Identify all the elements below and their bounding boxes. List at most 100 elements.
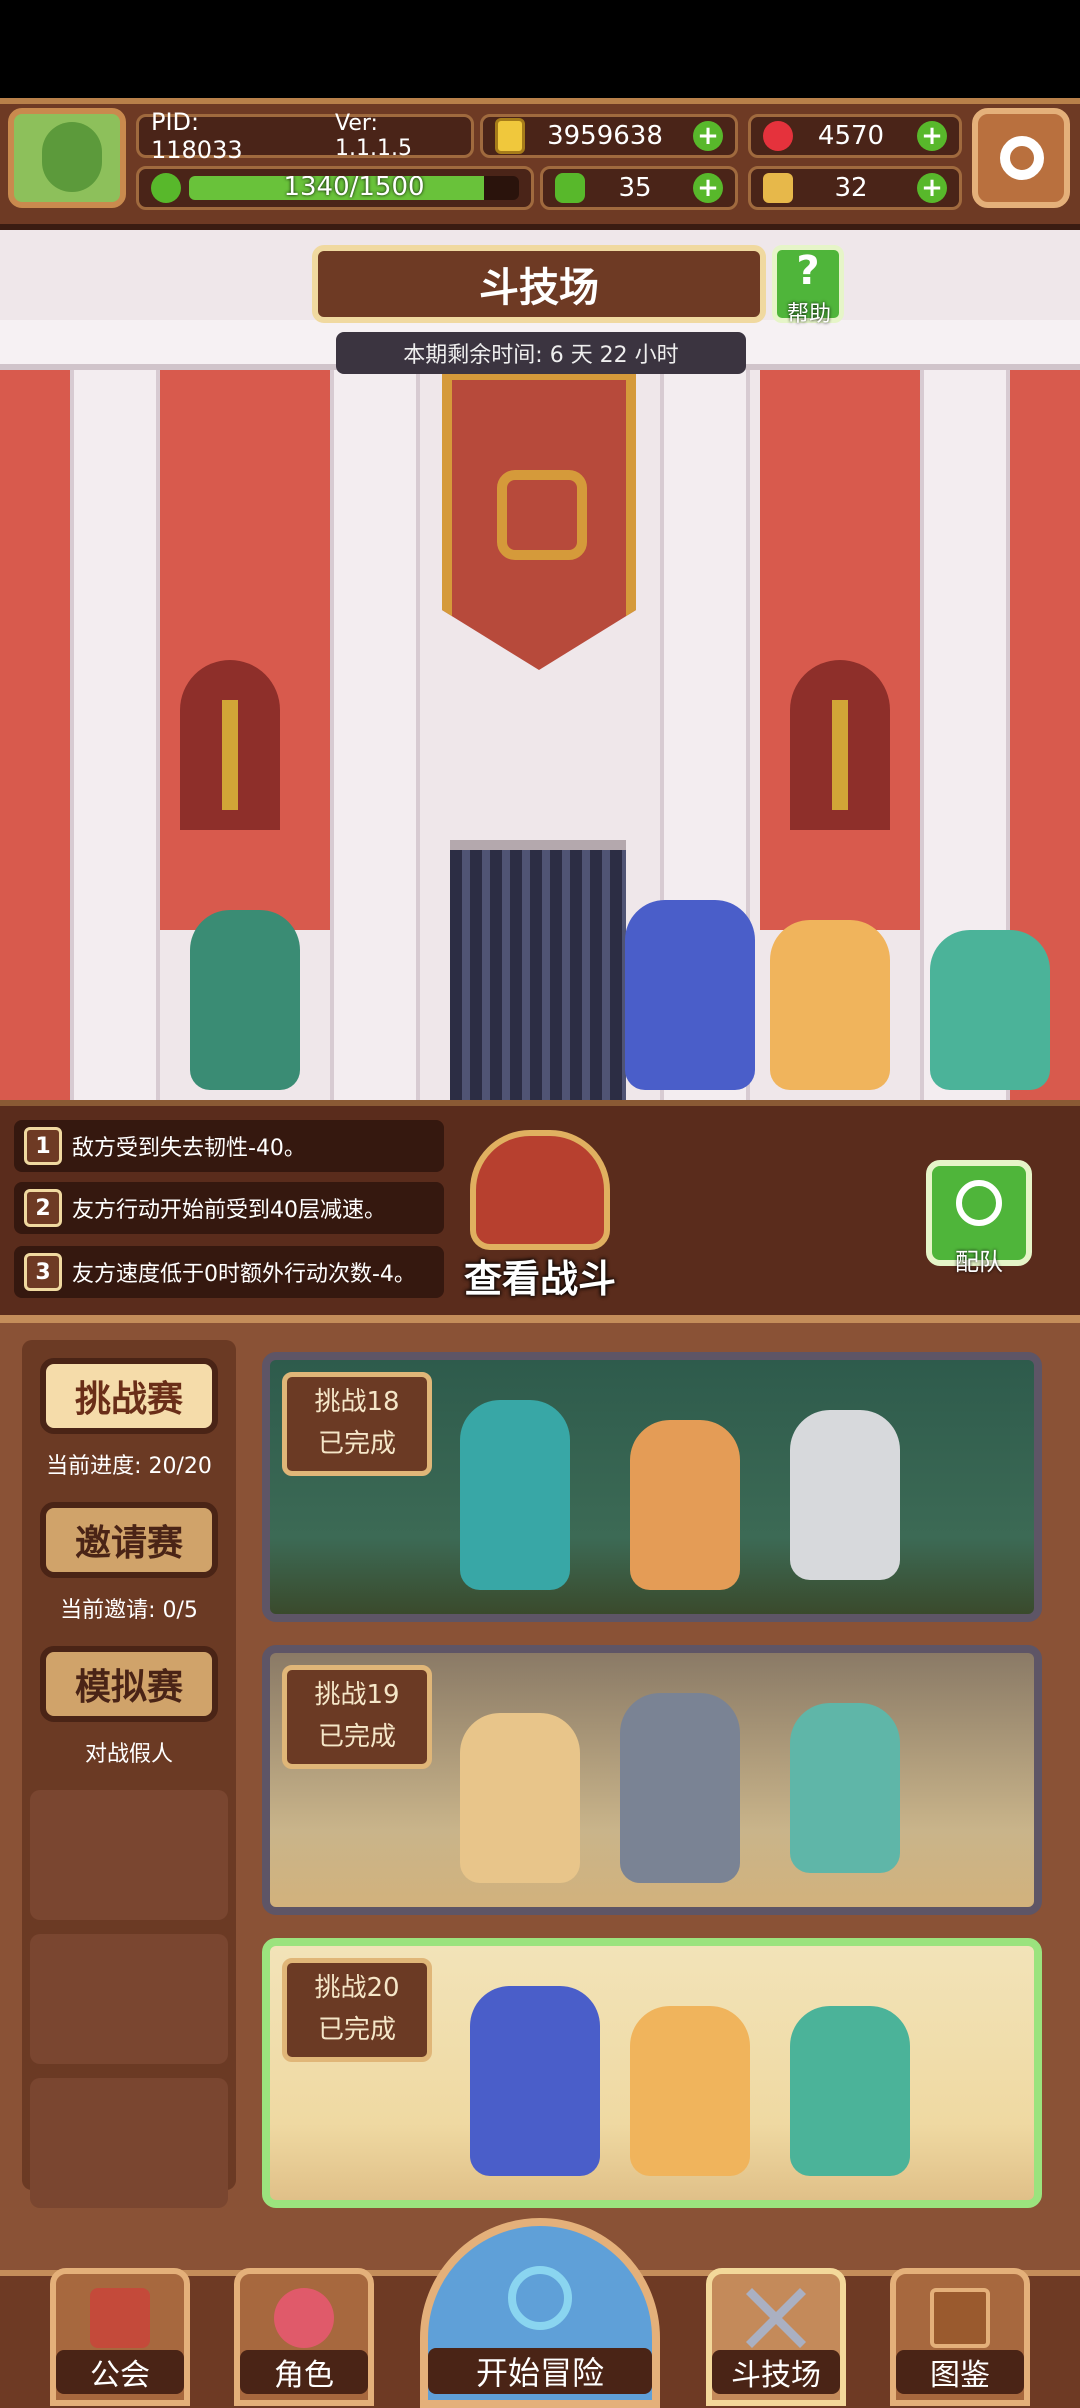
simulate-subtitle: 对战假人: [84, 1742, 173, 1767]
challenge-tag: 挑战19 已完成: [282, 1665, 432, 1769]
avatar-face-icon: [42, 122, 102, 192]
empty-slot: [30, 1790, 228, 1920]
four-leaf-clover-icon: [555, 173, 585, 203]
challenge-title: 挑战18: [314, 1387, 400, 1418]
left-red-panel: [160, 370, 330, 930]
challenge-status: 已完成: [317, 1722, 396, 1752]
arena-banner: [442, 370, 636, 670]
nav-guild-label: 公会: [56, 2350, 184, 2394]
settings-button[interactable]: [972, 108, 1070, 208]
simulate-mode-button[interactable]: 模拟赛: [40, 1646, 218, 1722]
add-key-button[interactable]: +: [917, 173, 947, 203]
key-icon: [763, 173, 793, 203]
magnifier-icon: [508, 2266, 572, 2330]
stamina-value: 1340/1500: [283, 176, 425, 200]
enemy-sprite: [470, 1986, 600, 2176]
challenge-tag: 挑战20 已完成: [282, 1958, 432, 2062]
help-button[interactable]: ? 帮助: [772, 245, 844, 327]
challenge-title: 挑战20: [314, 1973, 400, 2004]
nav-adventure-label: 开始冒险: [428, 2348, 652, 2394]
enemy-sprite: [790, 1410, 900, 1580]
guild-house-icon: [90, 2288, 150, 2348]
rule-text: 友方行动开始前受到40层减速。: [72, 1198, 386, 1223]
key-value: 32: [834, 173, 868, 203]
banner-emblem-icon: [497, 470, 587, 560]
rule-item: 3 友方速度低于0时额外行动次数-4。: [14, 1246, 444, 1298]
enemy-sprite: [790, 1703, 900, 1873]
system-status-bar: [0, 0, 1080, 98]
invite-mode-button[interactable]: 邀请赛: [40, 1502, 218, 1578]
crossed-swords-icon: [746, 2288, 806, 2348]
nav-arena-button[interactable]: 斗技场: [706, 2268, 846, 2406]
nav-character-button[interactable]: 角色: [234, 2268, 374, 2406]
rule-text: 敌方受到失去韧性-40。: [72, 1136, 306, 1161]
rule-number: 2: [24, 1189, 62, 1227]
enemy-sprite: [630, 2006, 750, 2176]
gem-counter: 4570 +: [748, 114, 962, 158]
challenge-mode-button[interactable]: 挑战赛: [40, 1358, 218, 1434]
sword-icon: [222, 700, 238, 810]
enemy-sprite: [790, 2006, 910, 2176]
crossed-swords-icon: [470, 1130, 610, 1250]
challenge-status: 已完成: [317, 2015, 396, 2045]
arena-title: 斗技场: [312, 245, 766, 323]
view-battle-label: 查看战斗: [463, 1257, 616, 1301]
gold-coin-icon: [495, 118, 525, 154]
sword-icon: [832, 700, 848, 810]
add-gold-button[interactable]: +: [692, 121, 723, 151]
challenge-status: 已完成: [317, 1429, 396, 1459]
add-clover-button[interactable]: +: [693, 173, 723, 203]
empty-slot: [30, 2078, 228, 2208]
gold-counter: 3959638 +: [480, 114, 738, 158]
rule-item: 1 敌方受到失去韧性-40。: [14, 1120, 444, 1172]
arena-gate: [450, 840, 626, 1100]
rule-item: 2 友方行动开始前受到40层减速。: [14, 1182, 444, 1234]
formation-label: 配队: [955, 1248, 1003, 1276]
enemy-sprite: [460, 1400, 570, 1590]
player-avatar[interactable]: [8, 108, 126, 208]
challenge-card[interactable]: 挑战19 已完成: [262, 1645, 1042, 1915]
pid-label: PID: 118033: [151, 108, 243, 164]
team-icon: [956, 1180, 1002, 1226]
challenge-title: 挑战19: [314, 1680, 400, 1711]
empty-slot: [30, 1934, 228, 2064]
enemy-sprite: [460, 1713, 580, 1883]
challenge-card-selected[interactable]: 挑战20 已完成: [262, 1938, 1042, 2208]
invite-count: 当前邀请: 0/5: [60, 1598, 198, 1623]
clover-value: 35: [618, 173, 652, 203]
left-alcove: [180, 660, 280, 830]
book-icon: [930, 2288, 990, 2348]
season-timer: 本期剩余时间: 6 天 22 小时: [336, 332, 746, 374]
nav-arena-label: 斗技场: [712, 2350, 840, 2394]
enemy-sprite-3: [930, 930, 1050, 1090]
view-battle-button[interactable]: 查看战斗: [440, 1130, 640, 1310]
gem-value: 4570: [817, 121, 885, 151]
question-icon: ?: [796, 248, 820, 294]
nav-guild-button[interactable]: 公会: [50, 2268, 190, 2406]
nav-codex-button[interactable]: 图鉴: [890, 2268, 1030, 2406]
right-red-panel: [760, 370, 920, 930]
pillar: [330, 370, 420, 1100]
enemy-sprite: [620, 1693, 740, 1883]
player-info-pill: PID: 118033 Ver: 1.1.1.5: [136, 108, 474, 164]
formation-button[interactable]: 配队: [926, 1160, 1032, 1276]
challenge-tag: 挑战18 已完成: [282, 1372, 432, 1476]
add-gem-button[interactable]: +: [916, 121, 947, 151]
nav-codex-label: 图鉴: [896, 2350, 1024, 2394]
ruby-gem-icon: [763, 121, 793, 151]
right-alcove: [790, 660, 890, 830]
key-counter: 32 +: [748, 166, 962, 210]
character-face-icon: [274, 2288, 334, 2348]
challenge-card[interactable]: 挑战18 已完成: [262, 1352, 1042, 1622]
rule-number: 3: [24, 1253, 62, 1291]
player-hero-sprite: [190, 910, 300, 1090]
stamina-bar: 1340/1500: [136, 166, 534, 210]
stamina-track: 1340/1500: [189, 176, 519, 200]
rule-text: 友方速度低于0时额外行动次数-4。: [72, 1262, 416, 1287]
pillar: [70, 370, 160, 1100]
gear-icon: [1000, 136, 1044, 180]
help-label: 帮助: [786, 302, 831, 327]
enemy-sprite: [630, 1420, 740, 1590]
clover-counter: 35 +: [540, 166, 738, 210]
enemy-sprite-1: [625, 900, 755, 1090]
